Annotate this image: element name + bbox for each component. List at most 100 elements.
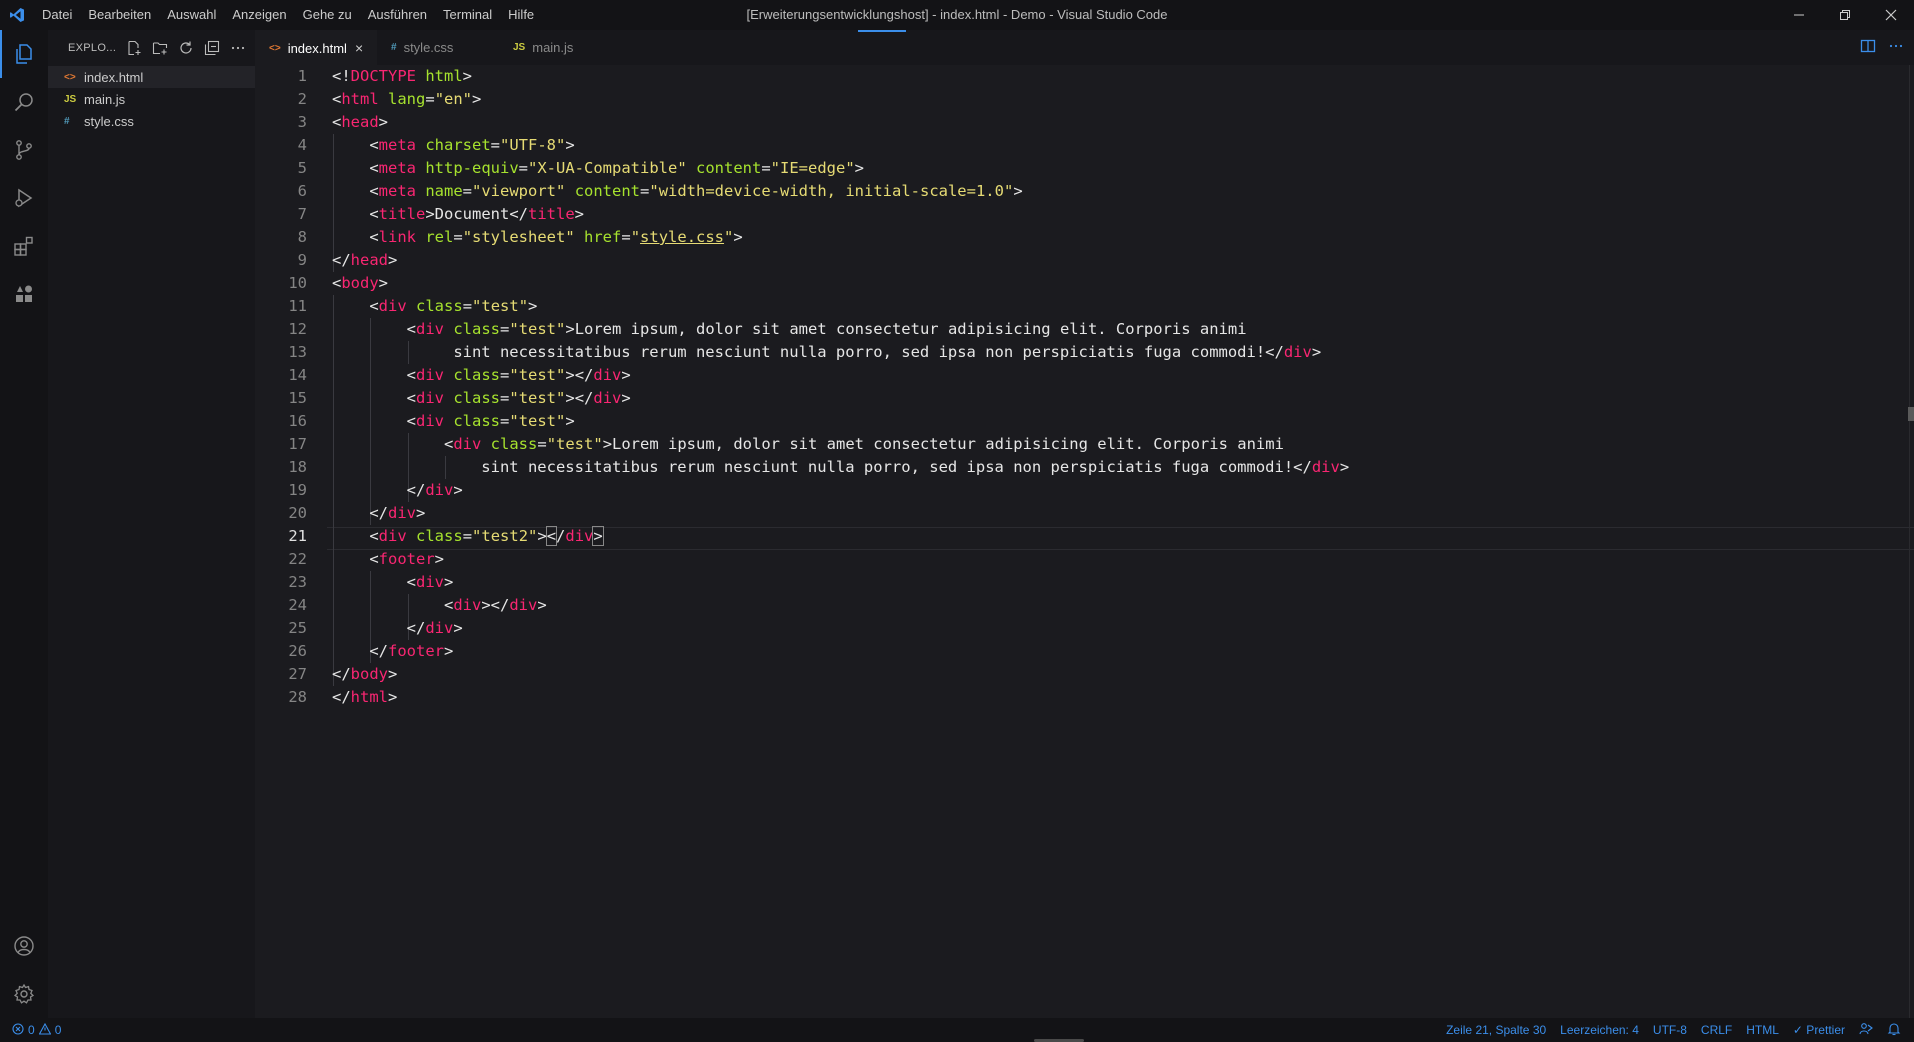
code-line[interactable]: 20 </div> [255, 502, 1905, 525]
code-line[interactable]: 11 <div class="test"> [255, 295, 1905, 318]
code-token: </ [332, 665, 351, 683]
menu-item[interactable]: Terminal [435, 0, 500, 30]
code-token: < [332, 573, 416, 591]
cursor-position[interactable]: Zeile 21, Spalte 30 [1439, 1023, 1553, 1037]
code-line[interactable]: 4 <meta charset="UTF-8"> [255, 134, 1905, 157]
line-code: <div class="test"> [332, 410, 575, 433]
split-editor-icon[interactable] [1860, 38, 1876, 57]
menu-item[interactable]: Datei [34, 0, 80, 30]
notifications-bell-icon[interactable] [1880, 1022, 1908, 1039]
code-line[interactable]: 25 </div> [255, 617, 1905, 640]
new-folder-icon[interactable] [150, 38, 170, 58]
code-line[interactable]: 13 sint necessitatibus rerum nesciunt nu… [255, 341, 1905, 364]
code-token: div [1283, 343, 1312, 361]
file-item[interactable]: <> index.html [48, 66, 255, 88]
code-token: div [378, 297, 407, 315]
close-window-icon[interactable] [1868, 0, 1914, 30]
indentation[interactable]: Leerzeichen: 4 [1553, 1023, 1646, 1037]
menu-item[interactable]: Bearbeiten [80, 0, 159, 30]
code-line[interactable]: 12 <div class="test">Lorem ipsum, dolor … [255, 318, 1905, 341]
code-line[interactable]: 28 </html> [255, 686, 1905, 709]
minimize-icon[interactable] [1776, 0, 1822, 30]
code-token: class [453, 412, 501, 430]
extensions-icon[interactable] [0, 222, 48, 270]
scrollbar-thumb[interactable] [1908, 407, 1914, 421]
code-line[interactable]: 15 <div class="test"></div> [255, 387, 1905, 410]
editor-more-icon[interactable] [1888, 38, 1904, 57]
code-token: <! [332, 67, 351, 85]
menu-item[interactable]: Auswahl [159, 0, 224, 30]
file-item[interactable]: JS main.js [48, 88, 255, 110]
new-file-icon[interactable] [124, 38, 144, 58]
code-token: > [621, 366, 631, 384]
code-line[interactable]: 7 <title>Document</title> [255, 203, 1905, 226]
end-of-line[interactable]: CRLF [1694, 1023, 1739, 1037]
editor-tab[interactable]: JS main.js [499, 30, 621, 65]
code-line[interactable]: 1 <!DOCTYPE html> [255, 65, 1905, 88]
code-token: < [332, 320, 416, 338]
code-token: > [378, 274, 389, 292]
source-control-icon[interactable] [0, 126, 48, 174]
code-token: div [453, 435, 482, 453]
search-icon[interactable] [0, 78, 48, 126]
collapse-all-icon[interactable] [202, 38, 222, 58]
code-line[interactable]: 2 <html lang="en"> [255, 88, 1905, 111]
code-line[interactable]: 16 <div class="test"> [255, 410, 1905, 433]
code-line[interactable]: 18 sint necessitatibus rerum nesciunt nu… [255, 456, 1905, 479]
menu-item[interactable]: Hilfe [500, 0, 542, 30]
encoding[interactable]: UTF-8 [1646, 1023, 1694, 1037]
code-line[interactable]: 19 </div> [255, 479, 1905, 502]
more-actions-icon[interactable] [228, 38, 248, 58]
explorer-icon[interactable] [0, 30, 48, 78]
code-line[interactable]: 14 <div class="test"></div> [255, 364, 1905, 387]
menu-item[interactable]: Ausführen [360, 0, 435, 30]
refresh-icon[interactable] [176, 38, 196, 58]
editor-tab[interactable]: # style.css [377, 30, 499, 65]
code-token: = [500, 366, 510, 384]
file-item[interactable]: # style.css [48, 110, 255, 132]
code-token: html [350, 688, 388, 706]
code-token: ></ [565, 366, 594, 384]
code-line[interactable]: 8 <link rel="stylesheet" href="style.css… [255, 226, 1905, 249]
code-line[interactable]: 17 <div class="test">Lorem ipsum, dolor … [255, 433, 1905, 456]
code-line[interactable]: 24 <div></div> [255, 594, 1905, 617]
line-number: 26 [288, 642, 307, 660]
code-token: > [574, 205, 585, 223]
menu-item[interactable]: Gehe zu [295, 0, 360, 30]
code-line[interactable]: 22 <footer> [255, 548, 1905, 571]
menu-item[interactable]: Anzeigen [224, 0, 294, 30]
live-share-icon[interactable] [1852, 1022, 1880, 1039]
code-line[interactable]: 21 <div class="test2"></div> [255, 525, 1905, 548]
code-line[interactable]: 6 <meta name="viewport" content="width=d… [255, 180, 1905, 203]
line-number: 15 [288, 389, 307, 407]
line-code: sint necessitatibus rerum nesciunt nulla… [332, 341, 1321, 364]
error-icon [12, 1022, 24, 1038]
testing-icon[interactable] [0, 270, 48, 318]
file-type-icon: # [64, 115, 70, 127]
restore-icon[interactable] [1822, 0, 1868, 30]
code-line[interactable]: 27 </body> [255, 663, 1905, 686]
code-token: style.css [640, 228, 725, 246]
run-debug-icon[interactable] [0, 174, 48, 222]
problems-indicator[interactable]: 0 0 [0, 1022, 61, 1038]
code-token: < [332, 435, 454, 453]
prettier-status[interactable]: ✓ Prettier [1786, 1023, 1852, 1037]
code-line[interactable]: 26 </footer> [255, 640, 1905, 663]
tab-close-icon[interactable]: × [355, 40, 363, 56]
code-editor[interactable]: 1 <!DOCTYPE html> 2 <html lang="en"> 3 <head>… [255, 65, 1914, 1018]
code-line[interactable]: 5 <meta http-equiv="X-UA-Compatible" con… [255, 157, 1905, 180]
code-line[interactable]: 3 <head> [255, 111, 1905, 134]
code-line[interactable]: 9 </head> [255, 249, 1905, 272]
settings-gear-icon[interactable] [0, 970, 48, 1018]
code-token: < [332, 136, 379, 154]
code-line[interactable]: 23 <div> [255, 571, 1905, 594]
code-token: > [537, 527, 547, 545]
line-code: </footer> [332, 640, 453, 663]
editor-tab[interactable]: <> index.html × [255, 30, 377, 65]
code-token: ></ [481, 596, 510, 614]
accounts-icon[interactable] [0, 922, 48, 970]
language-mode[interactable]: HTML [1739, 1023, 1786, 1037]
code-line[interactable]: 10 <body> [255, 272, 1905, 295]
